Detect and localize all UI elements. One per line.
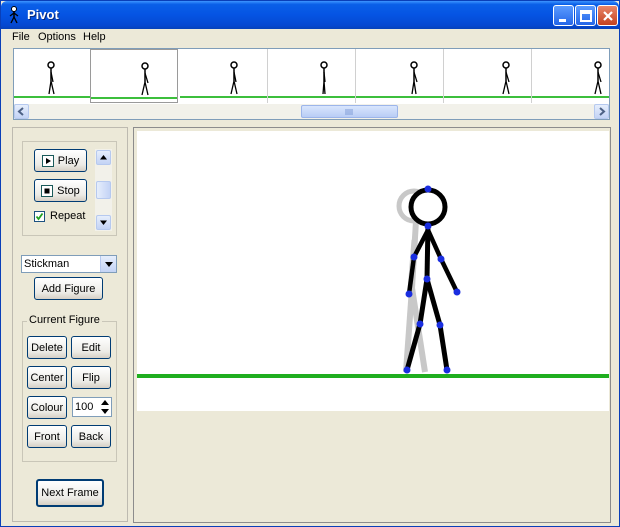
frame-stickman xyxy=(230,61,238,95)
figure-select[interactable]: Stickman xyxy=(21,255,117,273)
frame-thumbnail[interactable] xyxy=(444,49,532,103)
stickman-figure[interactable] xyxy=(134,128,610,428)
menu-file[interactable]: File xyxy=(12,31,30,43)
menu-help[interactable]: Help xyxy=(83,31,106,43)
maximize-button[interactable] xyxy=(575,5,596,26)
chevron-down-icon xyxy=(105,262,113,267)
stop-label: Stop xyxy=(57,184,80,197)
close-button[interactable] xyxy=(597,5,618,26)
spinner-arrows-icon[interactable] xyxy=(99,398,111,416)
back-button[interactable]: Back xyxy=(71,425,111,448)
stop-button[interactable]: Stop xyxy=(34,179,87,202)
play-icon xyxy=(41,154,54,167)
center-button[interactable]: Center xyxy=(27,366,67,389)
scroll-left-button[interactable] xyxy=(14,104,29,119)
chevron-right-icon xyxy=(599,107,606,116)
frame-ground xyxy=(91,97,177,99)
play-label: Play xyxy=(57,154,80,167)
frame-ground xyxy=(356,96,443,98)
frame-stickman xyxy=(502,61,510,95)
frame-timeline xyxy=(13,48,610,120)
frame-ground xyxy=(268,96,355,98)
frame-ground xyxy=(444,96,531,98)
scroll-down-button[interactable] xyxy=(96,215,111,230)
figure-select-value: Stickman xyxy=(24,258,70,270)
close-icon xyxy=(603,11,613,21)
chevron-left-icon xyxy=(17,107,24,116)
frame-ground xyxy=(14,96,101,98)
frame-thumbnail[interactable] xyxy=(14,49,102,103)
colour-value: 100 xyxy=(75,401,94,413)
scroll-right-button[interactable] xyxy=(594,104,609,119)
window-title: Pivot xyxy=(27,7,59,22)
menu-bar: File Options Help xyxy=(2,29,618,47)
scroll-thumb[interactable] xyxy=(301,105,398,118)
menu-options[interactable]: Options xyxy=(38,31,76,43)
edit-button[interactable]: Edit xyxy=(71,336,111,359)
minimize-icon xyxy=(559,19,566,22)
scroll-up-button[interactable] xyxy=(96,150,111,165)
frame-stickman xyxy=(410,61,418,95)
minimize-button[interactable] xyxy=(553,5,574,26)
frame-stickman xyxy=(594,61,602,95)
frame-ground xyxy=(532,96,609,98)
frame-thumbnail[interactable] xyxy=(180,49,268,103)
dropdown-button[interactable] xyxy=(100,256,116,272)
grip-icon xyxy=(345,109,353,115)
colour-button[interactable]: Colour xyxy=(27,396,67,419)
frame-ground xyxy=(180,96,267,98)
frame-thumbnail-selected[interactable] xyxy=(90,49,178,103)
repeat-label: Repeat xyxy=(50,210,86,222)
current-figure-title: Current Figure xyxy=(27,314,102,326)
maximize-icon xyxy=(580,10,592,22)
checkmark-icon xyxy=(35,212,44,221)
add-figure-button[interactable]: Add Figure xyxy=(34,277,103,300)
frame-thumbnail[interactable] xyxy=(268,49,356,103)
timeline-scrollbar[interactable] xyxy=(14,104,609,119)
pivot-window: Pivot File Options Help Play Stop Repeat… xyxy=(0,0,620,527)
next-frame-button[interactable]: Next Frame xyxy=(36,479,104,507)
play-button[interactable]: Play xyxy=(34,149,87,172)
repeat-checkbox[interactable] xyxy=(34,211,45,222)
frame-thumbnail[interactable] xyxy=(356,49,444,103)
front-button[interactable]: Front xyxy=(27,425,67,448)
frame-stickman xyxy=(320,61,328,95)
delete-button[interactable]: Delete xyxy=(27,336,67,359)
chevron-down-icon xyxy=(100,220,107,225)
speed-scrollbar[interactable] xyxy=(95,149,112,231)
colour-value-spinner[interactable]: 100 xyxy=(72,397,112,417)
frame-stickman xyxy=(141,62,149,96)
speed-thumb[interactable] xyxy=(96,181,111,199)
stop-icon xyxy=(41,184,54,197)
animation-canvas[interactable] xyxy=(133,127,611,523)
chevron-up-icon xyxy=(100,155,107,160)
stickman-app-icon xyxy=(9,6,19,24)
title-bar[interactable]: Pivot xyxy=(1,1,619,29)
frame-stickman xyxy=(47,61,55,95)
frame-thumbnail[interactable] xyxy=(532,49,609,103)
flip-button[interactable]: Flip xyxy=(71,366,111,389)
